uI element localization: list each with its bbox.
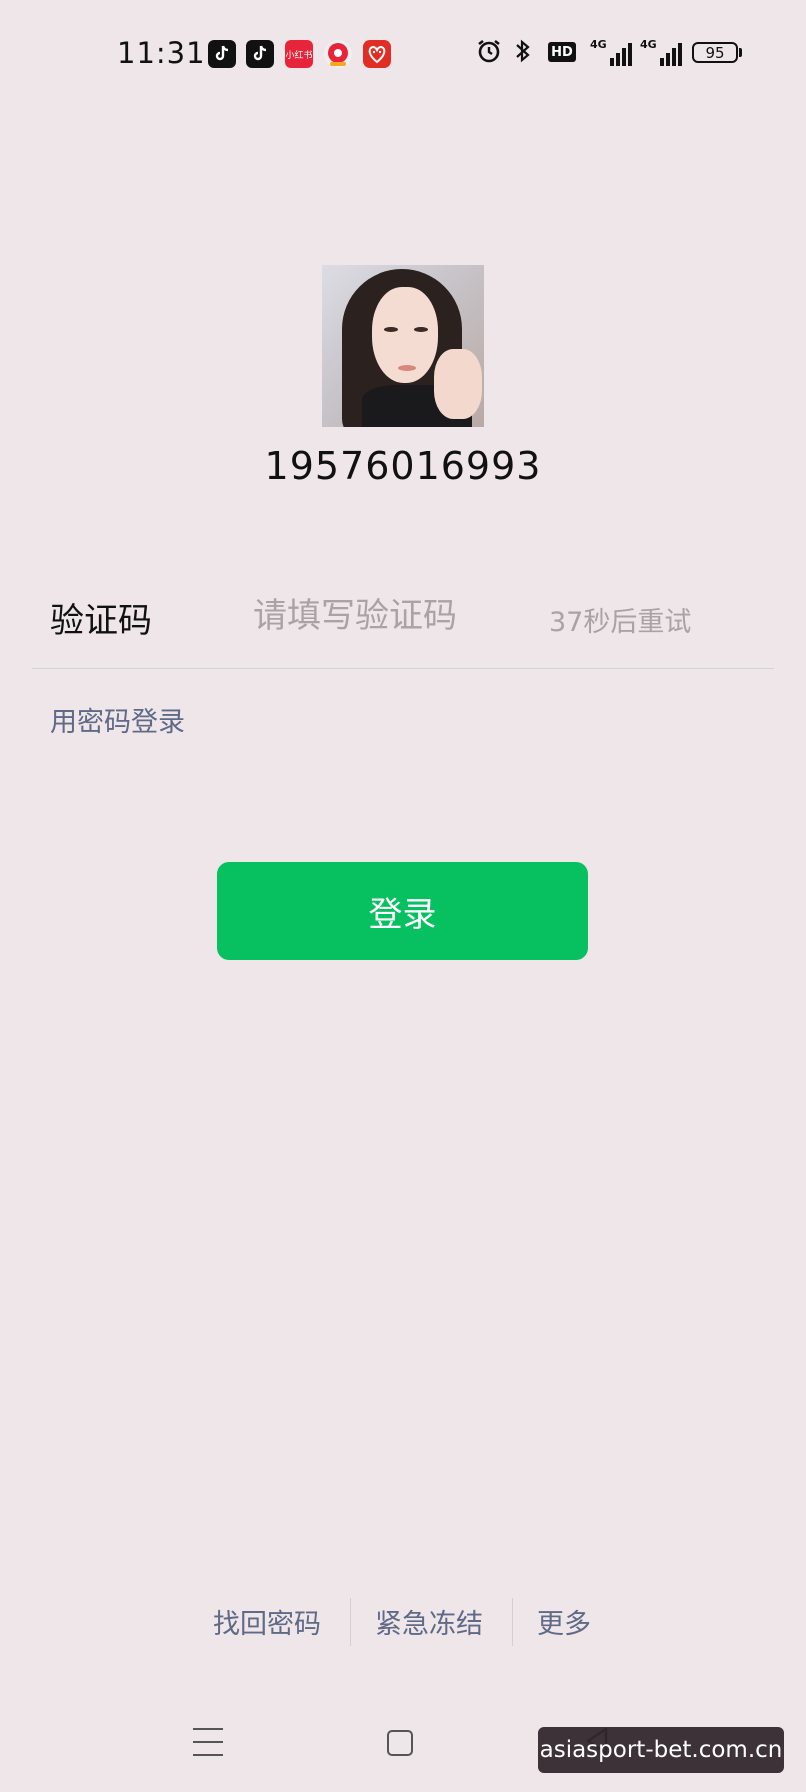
hd-label: HD [551,44,573,60]
input-divider [32,668,774,669]
signal-icon-2: 4G [640,38,682,66]
signal-icon-1: 4G [590,38,632,66]
verification-code-input[interactable] [253,594,503,638]
menu-icon[interactable] [193,1728,223,1756]
battery-level: 95 [705,43,725,62]
bottom-links: 找回密码 紧急冻结 更多 [0,1598,806,1648]
recover-password-link[interactable]: 找回密码 [213,1602,321,1641]
video-app-icon [324,40,352,68]
avatar [322,265,484,427]
resend-code-countdown: 37秒后重试 [549,607,692,638]
network-type-2: 4G [640,38,657,51]
tiktok-lite-icon [246,40,274,68]
watermark: asiasport-bet.com.cn [538,1727,784,1773]
link-divider [350,1598,351,1646]
emergency-freeze-link[interactable]: 紧急冻结 [375,1602,483,1641]
battery-icon: 95 [692,42,738,63]
hd-voice-icon: HD [548,42,576,62]
xiaohongshu-icon-label: 小红书 [285,50,313,61]
verification-code-label: 验证码 [50,601,152,641]
password-login-link[interactable]: 用密码登录 [50,700,185,739]
link-divider [512,1598,513,1646]
login-button[interactable]: 登录 [217,862,588,960]
battery-tip [739,48,742,57]
more-link[interactable]: 更多 [537,1602,591,1641]
home-icon[interactable] [387,1730,413,1756]
status-bar: 11:31 小红书 HD 4G 4G 95 [0,0,806,110]
bluetooth-icon [514,38,532,70]
alarm-icon [476,38,502,70]
tiktok-icon [208,40,236,68]
status-time: 11:31 [117,36,206,70]
pinduoduo-icon [363,40,391,68]
xiaohongshu-icon: 小红书 [285,40,313,68]
network-type-1: 4G [590,38,607,51]
account-phone-number: 19576016993 [264,444,542,488]
